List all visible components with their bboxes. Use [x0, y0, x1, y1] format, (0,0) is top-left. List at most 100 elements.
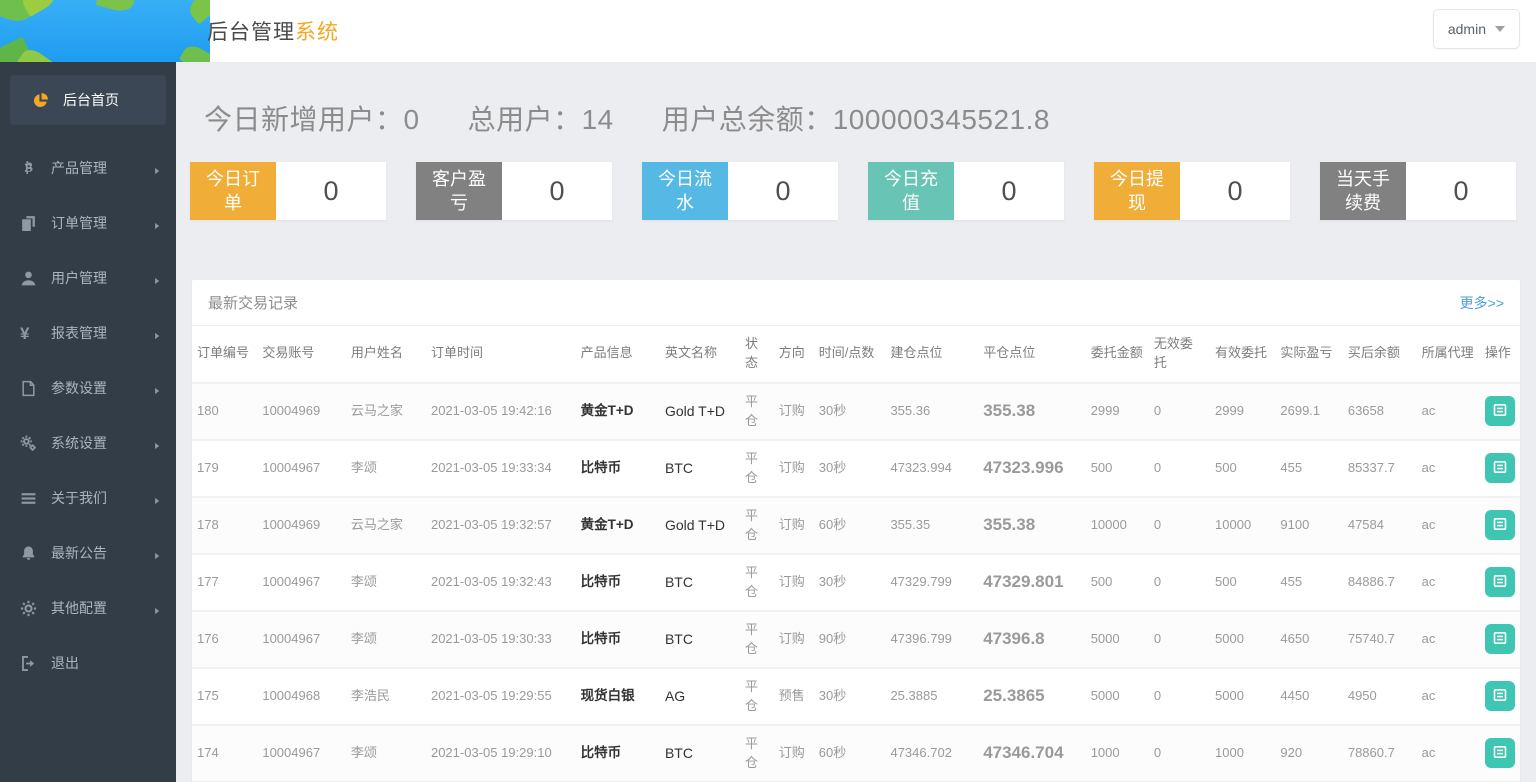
more-link[interactable]: 更多>>	[1460, 293, 1504, 313]
cell-en_name: Gold T+D	[660, 497, 740, 554]
cell-invalid_entrust: 0	[1149, 440, 1210, 497]
column-header-3: 订单时间	[426, 326, 576, 383]
submenu-arrow-icon	[152, 493, 162, 503]
cell-duration: 30秒	[814, 440, 886, 497]
cell-valid_entrust: 500	[1210, 554, 1275, 611]
cell-en_name: BTC	[660, 725, 740, 782]
stat-card-1: 客户盈亏0	[416, 162, 612, 220]
cell-order_id: 175	[192, 668, 257, 725]
user-icon	[20, 270, 37, 287]
cell-username: 李颂	[346, 611, 426, 668]
sidebar-item-10[interactable]: 退出	[0, 638, 176, 688]
stat-cards: 今日订单0客户盈亏0今日流水0今日充值0今日提现0当天手续费0	[176, 138, 1536, 220]
cell-balance_after: 85337.7	[1343, 440, 1417, 497]
cell-entrust_amount: 5000	[1086, 611, 1149, 668]
table-row: 17610004967李颂2021-03-05 19:30:33比特币BTC平仓…	[192, 611, 1520, 668]
operation-detail-button[interactable]	[1485, 510, 1515, 540]
operation-detail-button[interactable]	[1485, 681, 1515, 711]
cell-close_point: 355.38	[978, 383, 1086, 440]
column-header-4: 产品信息	[576, 326, 660, 383]
cell-balance_after: 4950	[1343, 668, 1417, 725]
sidebar-item-2[interactable]: 订单管理	[0, 198, 176, 248]
cell-agent: ac	[1417, 440, 1480, 497]
cell-operation	[1480, 440, 1520, 497]
submenu-arrow-icon	[152, 603, 162, 613]
sidebar-item-5[interactable]: 参数设置	[0, 363, 176, 413]
cell-close_point: 47329.801	[978, 554, 1086, 611]
cell-balance_after: 63658	[1343, 383, 1417, 440]
sidebar-item-label: 退出	[51, 653, 79, 673]
cell-entrust_amount: 1000	[1086, 725, 1149, 782]
cell-order_time: 2021-03-05 19:29:10	[426, 725, 576, 782]
sidebar-item-6[interactable]: 系统设置	[0, 418, 176, 468]
cell-agent: ac	[1417, 554, 1480, 611]
stat-card-label: 今日充值	[868, 162, 954, 220]
sidebar-item-label: 产品管理	[51, 158, 107, 178]
operation-detail-button[interactable]	[1485, 396, 1515, 426]
column-header-8: 时间/点数	[814, 326, 886, 383]
stat-card-value: 0	[1406, 162, 1516, 220]
summary-stats: 今日新增用户：0总用户：14用户总余额：100000345521.8	[176, 62, 1536, 138]
cell-invalid_entrust: 0	[1149, 554, 1210, 611]
cell-agent: ac	[1417, 497, 1480, 554]
cell-duration: 30秒	[814, 668, 886, 725]
cell-en_name: BTC	[660, 611, 740, 668]
cell-account: 10004969	[257, 497, 346, 554]
cell-product: 比特币	[576, 611, 660, 668]
admin-username: admin	[1448, 21, 1486, 37]
logo-image	[0, 0, 210, 62]
cell-actual_profit: 920	[1275, 725, 1342, 782]
operation-detail-button[interactable]	[1485, 738, 1515, 768]
cell-status: 平仓	[740, 440, 774, 497]
cell-en_name: AG	[660, 668, 740, 725]
orders-icon	[20, 215, 37, 232]
stat-card-label: 今日流水	[642, 162, 728, 220]
cell-open_point: 47323.994	[885, 440, 978, 497]
cell-actual_profit: 455	[1275, 554, 1342, 611]
cell-open_point: 47346.702	[885, 725, 978, 782]
cell-en_name: BTC	[660, 440, 740, 497]
operation-detail-button[interactable]	[1485, 453, 1515, 483]
table-row: 17410004967李颂2021-03-05 19:29:10比特币BTC平仓…	[192, 725, 1520, 782]
operation-detail-button[interactable]	[1485, 567, 1515, 597]
cell-account: 10004967	[257, 725, 346, 782]
list-icon	[1492, 459, 1508, 478]
column-header-5: 英文名称	[660, 326, 740, 383]
cell-open_point: 47396.799	[885, 611, 978, 668]
list-icon	[1492, 630, 1508, 649]
cell-entrust_amount: 500	[1086, 554, 1149, 611]
sidebar-item-7[interactable]: 关于我们	[0, 473, 176, 523]
cell-actual_profit: 4450	[1275, 668, 1342, 725]
cell-duration: 60秒	[814, 497, 886, 554]
stat-card-value: 0	[502, 162, 612, 220]
column-header-2: 用户姓名	[346, 326, 426, 383]
menu-icon	[20, 490, 37, 507]
cell-username: 李颂	[346, 725, 426, 782]
sidebar-item-0[interactable]: 后台首页	[10, 75, 166, 125]
sidebar-item-3[interactable]: 用户管理	[0, 253, 176, 303]
stat-card-label: 今日提现	[1094, 162, 1180, 220]
cell-actual_profit: 2699.1	[1275, 383, 1342, 440]
cell-open_point: 355.35	[885, 497, 978, 554]
gear-icon	[20, 600, 37, 617]
admin-dropdown[interactable]: admin	[1433, 9, 1520, 49]
cell-invalid_entrust: 0	[1149, 611, 1210, 668]
cell-duration: 90秒	[814, 611, 886, 668]
cell-product: 现货白银	[576, 668, 660, 725]
sidebar-item-1[interactable]: 产品管理	[0, 143, 176, 193]
list-icon	[1492, 402, 1508, 421]
cell-username: 李颂	[346, 554, 426, 611]
cell-balance_after: 78860.7	[1343, 725, 1417, 782]
table-row: 17910004967李颂2021-03-05 19:33:34比特币BTC平仓…	[192, 440, 1520, 497]
cell-operation	[1480, 554, 1520, 611]
cell-operation	[1480, 668, 1520, 725]
stat-card-label: 当天手续费	[1320, 162, 1406, 220]
sidebar-item-9[interactable]: 其他配置	[0, 583, 176, 633]
sidebar-item-4[interactable]: ¥报表管理	[0, 308, 176, 358]
cell-valid_entrust: 5000	[1210, 611, 1275, 668]
operation-detail-button[interactable]	[1485, 624, 1515, 654]
cell-agent: ac	[1417, 668, 1480, 725]
sidebar-item-8[interactable]: 最新公告	[0, 528, 176, 578]
cell-product: 比特币	[576, 554, 660, 611]
submenu-arrow-icon	[152, 218, 162, 228]
